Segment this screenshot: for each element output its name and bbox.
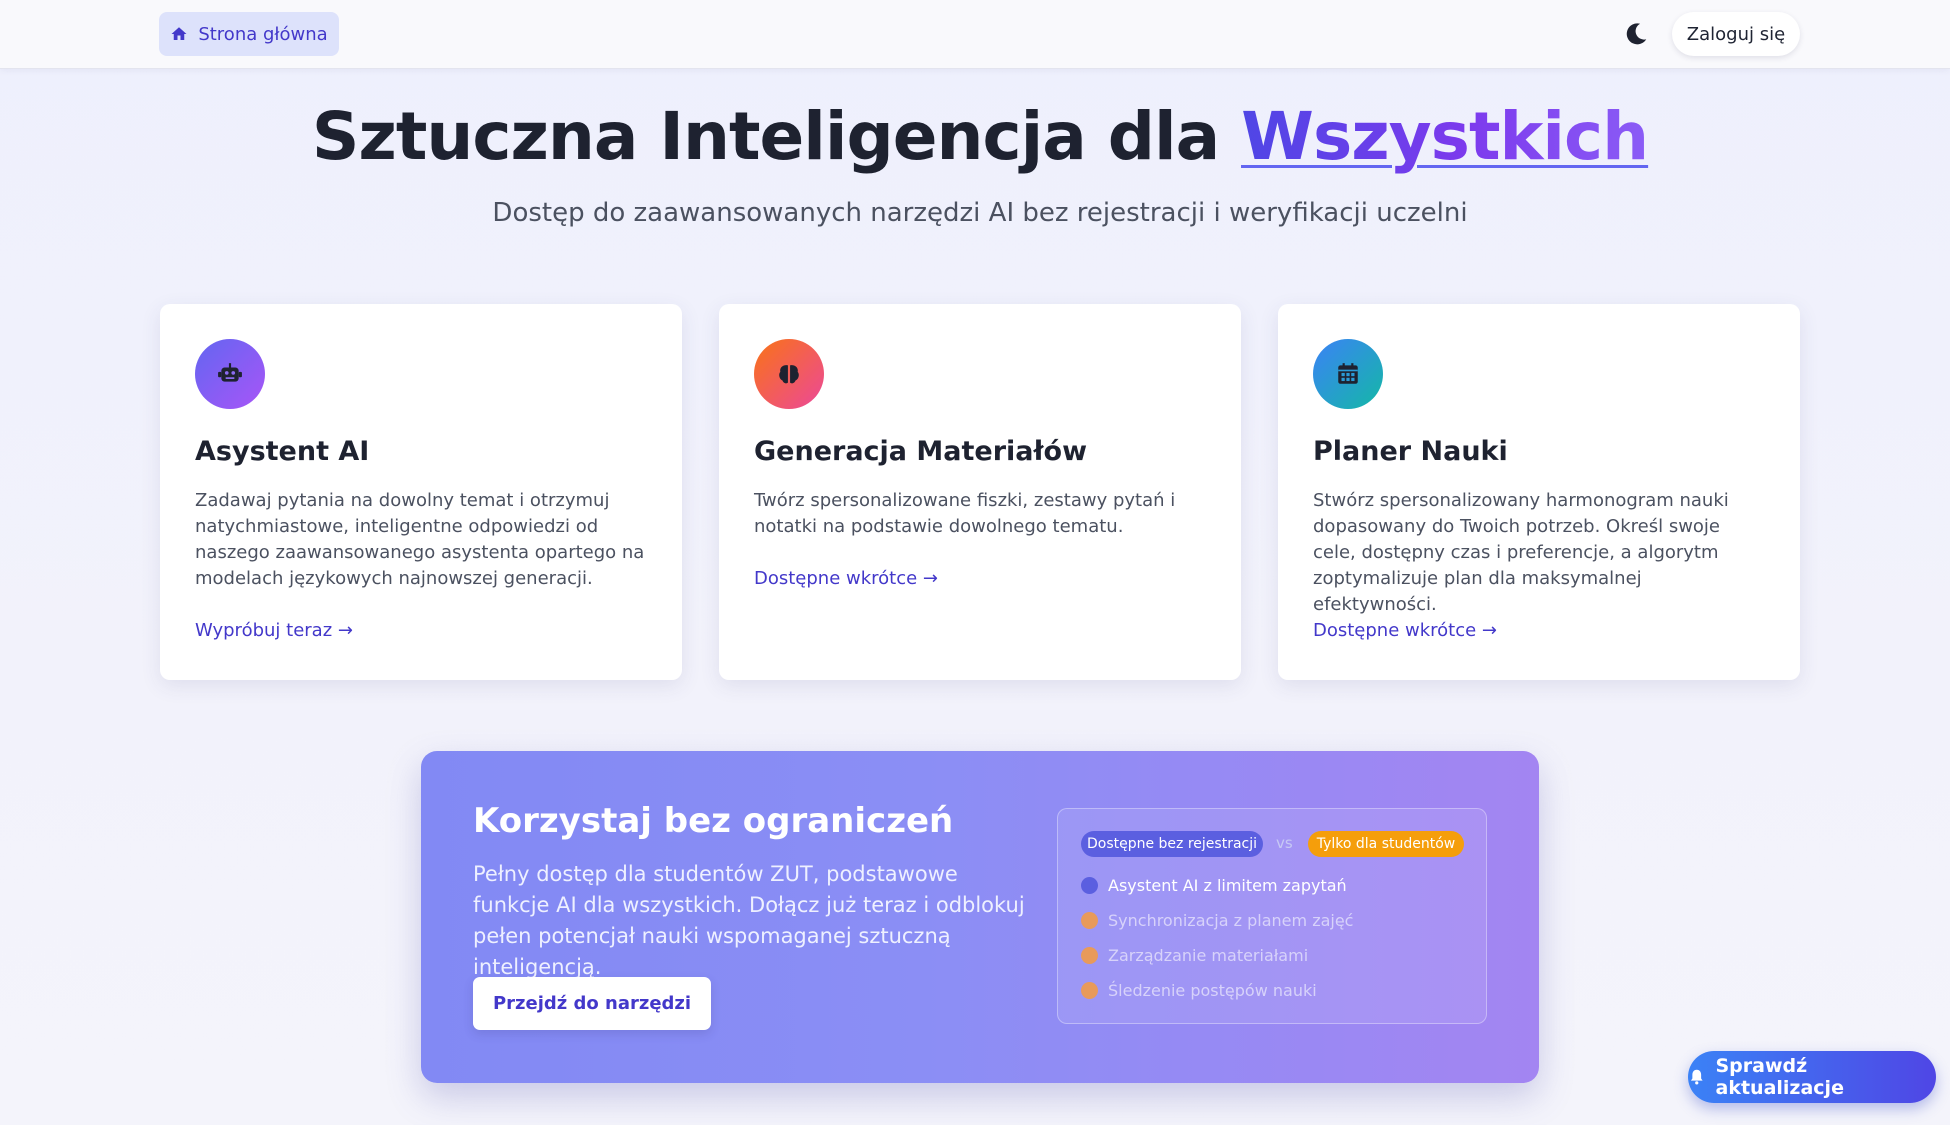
badge-students: Tylko dla studentów — [1308, 831, 1464, 857]
feature-item: Synchronizacja z planem zajęć — [1081, 911, 1353, 930]
feature-label: Śledzenie postępów nauki — [1108, 981, 1317, 1000]
badge-free: Dostępne bez rejestracji — [1081, 831, 1263, 857]
feature-card-planner: Planer Nauki Stwórz spersonalizowany har… — [1278, 304, 1800, 680]
card-title: Generacja Materiałów — [754, 436, 1088, 467]
home-button[interactable]: Strona główna — [159, 12, 339, 56]
coming-soon-link[interactable]: Dostępne wkrótce → — [1313, 620, 1497, 641]
login-button[interactable]: Zaloguj się — [1672, 12, 1800, 56]
home-button-label: Strona główna — [198, 23, 328, 45]
feature-card-ai-assistant: Asystent AI Zadawaj pytania na dowolny t… — [160, 304, 682, 680]
feature-label: Synchronizacja z planem zajęć — [1108, 911, 1354, 930]
brain-icon — [754, 339, 824, 409]
hero-subtitle: Dostęp do zaawansowanych narzędzi AI bez… — [492, 198, 1468, 228]
card-description: Zadawaj pytania na dowolny temat i otrzy… — [195, 490, 645, 589]
card-description: Twórz spersonalizowane fiszki, zestawy p… — [754, 490, 1176, 537]
free-dot — [1081, 877, 1098, 894]
coming-soon-link[interactable]: Dostępne wkrótce → — [754, 568, 938, 589]
feature-item: Asystent AI z limitem zapytań — [1081, 876, 1347, 895]
feature-card-materials: Generacja Materiałów Twórz spersonalizow… — [719, 304, 1241, 680]
hero-title-accent: Wszystkich — [1241, 98, 1649, 175]
hero-title: Sztuczna Inteligencja dla Wszystkich — [0, 98, 1950, 175]
hero-title-prefix: Sztuczna Inteligencja dla — [311, 98, 1242, 175]
feature-label: Zarządzanie materiałami — [1108, 946, 1309, 965]
check-updates-button[interactable]: Sprawdź aktualizacje — [1688, 1051, 1936, 1103]
card-title: Planer Nauki — [1313, 436, 1508, 467]
card-description: Stwórz spersonalizowany harmonogram nauk… — [1313, 490, 1729, 615]
try-now-link[interactable]: Wypróbuj teraz → — [195, 620, 353, 641]
cta-title: Korzystaj bez ograniczeń — [473, 801, 954, 841]
feature-label: Asystent AI z limitem zapytań — [1108, 876, 1347, 895]
go-to-tools-button[interactable]: Przejdź do narzędzi — [473, 977, 711, 1030]
vs-label: vs — [1276, 834, 1293, 852]
robot-icon — [195, 339, 265, 409]
moon-icon[interactable] — [1622, 20, 1650, 48]
bell-icon — [1690, 1069, 1703, 1085]
cta-description: Pełny dostęp dla studentów ZUT, podstawo… — [473, 862, 1025, 979]
top-navbar: Strona główna Zaloguj się — [0, 0, 1950, 69]
student-dot — [1081, 912, 1098, 929]
check-updates-label: Sprawdź aktualizacje — [1715, 1055, 1844, 1099]
access-comparison-panel: Dostępne bez rejestracji vs Tylko dla st… — [1057, 808, 1487, 1024]
home-icon — [171, 27, 187, 40]
feature-item: Śledzenie postępów nauki — [1081, 981, 1317, 1000]
cta-section: Korzystaj bez ograniczeń Pełny dostęp dl… — [421, 751, 1539, 1083]
student-dot — [1081, 982, 1098, 999]
card-title: Asystent AI — [195, 436, 370, 467]
student-dot — [1081, 947, 1098, 964]
calendar-icon — [1313, 339, 1383, 409]
feature-item: Zarządzanie materiałami — [1081, 946, 1308, 965]
